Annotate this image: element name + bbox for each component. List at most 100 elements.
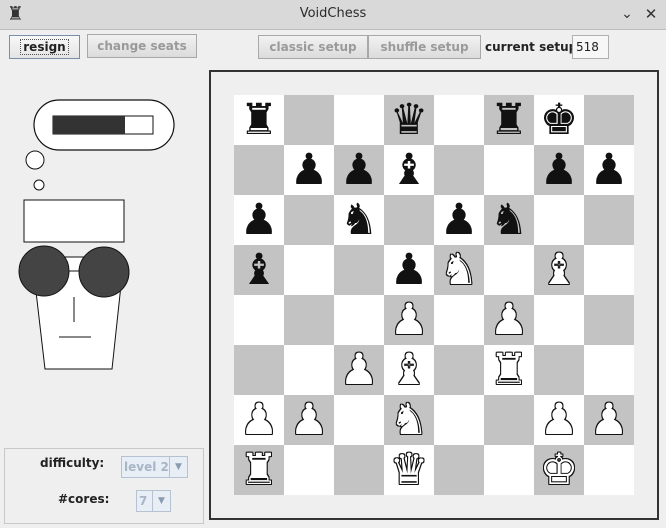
board-square[interactable] (484, 395, 534, 445)
board-square[interactable] (234, 345, 284, 395)
board-square[interactable] (434, 145, 484, 195)
white-pawn-icon[interactable]: ♟ (334, 345, 384, 395)
black-pawn-icon[interactable]: ♟ (284, 145, 334, 195)
board-square[interactable] (234, 145, 284, 195)
board-square[interactable] (584, 295, 634, 345)
board-square[interactable] (584, 195, 634, 245)
change-seats-button[interactable]: change seats (87, 34, 197, 58)
board-square[interactable]: ♝ (234, 245, 284, 295)
board-square[interactable]: ♜ (234, 445, 284, 495)
board-square[interactable] (534, 345, 584, 395)
board-square[interactable] (284, 245, 334, 295)
black-rook-icon[interactable]: ♜ (234, 95, 284, 145)
board-square[interactable] (434, 345, 484, 395)
chevron-down-icon[interactable]: ▼ (169, 457, 187, 477)
board-square[interactable] (334, 95, 384, 145)
board-square[interactable] (234, 295, 284, 345)
board-square[interactable]: ♟ (234, 395, 284, 445)
board-square[interactable]: ♜ (234, 95, 284, 145)
classic-setup-button[interactable]: classic setup (258, 35, 368, 59)
board-square[interactable] (534, 295, 584, 345)
board-square[interactable]: ♟ (584, 145, 634, 195)
board-square[interactable] (334, 295, 384, 345)
minimize-icon[interactable]: ⌄ (617, 4, 637, 24)
board-square[interactable] (434, 295, 484, 345)
board-square[interactable]: ♟ (234, 195, 284, 245)
current-setup-field[interactable]: 518 (572, 35, 609, 59)
board-square[interactable] (584, 95, 634, 145)
board-square[interactable] (484, 145, 534, 195)
white-bishop-icon[interactable]: ♝ (384, 345, 434, 395)
white-bishop-icon[interactable]: ♝ (534, 245, 584, 295)
board-square[interactable] (584, 245, 634, 295)
board-square[interactable]: ♟ (534, 395, 584, 445)
board-square[interactable] (284, 345, 334, 395)
black-knight-icon[interactable]: ♞ (334, 195, 384, 245)
board-square[interactable]: ♝ (384, 145, 434, 195)
white-knight-icon[interactable]: ♞ (384, 395, 434, 445)
board-square[interactable]: ♟ (584, 395, 634, 445)
board-square[interactable] (584, 345, 634, 395)
white-king-icon[interactable]: ♚ (534, 445, 584, 495)
black-pawn-icon[interactable]: ♟ (334, 145, 384, 195)
white-pawn-icon[interactable]: ♟ (584, 395, 634, 445)
white-pawn-icon[interactable]: ♟ (534, 395, 584, 445)
board-square[interactable] (484, 245, 534, 295)
chevron-down-icon[interactable]: ▼ (152, 491, 170, 511)
black-rook-icon[interactable]: ♜ (484, 95, 534, 145)
board-square[interactable]: ♞ (384, 395, 434, 445)
board-square[interactable] (284, 295, 334, 345)
black-pawn-icon[interactable]: ♟ (234, 195, 284, 245)
board-square[interactable] (334, 445, 384, 495)
board-square[interactable]: ♛ (384, 95, 434, 145)
close-icon[interactable]: ✕ (641, 4, 661, 24)
board-square[interactable] (284, 95, 334, 145)
difficulty-select[interactable]: level 2 ▼ (121, 456, 188, 478)
black-pawn-icon[interactable]: ♟ (534, 145, 584, 195)
board-square[interactable]: ♛ (384, 445, 434, 495)
board-square[interactable] (484, 445, 534, 495)
board-square[interactable]: ♟ (284, 395, 334, 445)
black-pawn-icon[interactable]: ♟ (384, 245, 434, 295)
board-square[interactable]: ♝ (534, 245, 584, 295)
white-rook-icon[interactable]: ♜ (484, 345, 534, 395)
board-square[interactable] (584, 445, 634, 495)
white-pawn-icon[interactable]: ♟ (284, 395, 334, 445)
board-square[interactable]: ♟ (334, 345, 384, 395)
board-square[interactable] (434, 95, 484, 145)
white-rook-icon[interactable]: ♜ (234, 445, 284, 495)
white-pawn-icon[interactable]: ♟ (484, 295, 534, 345)
board-square[interactable]: ♟ (384, 245, 434, 295)
board-square[interactable]: ♟ (284, 145, 334, 195)
white-knight-icon[interactable]: ♞ (434, 245, 484, 295)
board-square[interactable]: ♟ (484, 295, 534, 345)
board-square[interactable] (434, 445, 484, 495)
board-square[interactable]: ♟ (384, 295, 434, 345)
board-square[interactable] (334, 395, 384, 445)
board-square[interactable]: ♝ (384, 345, 434, 395)
board-square[interactable]: ♜ (484, 95, 534, 145)
white-queen-icon[interactable]: ♛ (384, 445, 434, 495)
board-square[interactable]: ♟ (334, 145, 384, 195)
board-square[interactable] (284, 445, 334, 495)
black-bishop-icon[interactable]: ♝ (234, 245, 284, 295)
board-square[interactable]: ♜ (484, 345, 534, 395)
board-square[interactable] (534, 195, 584, 245)
board-square[interactable]: ♞ (334, 195, 384, 245)
shuffle-setup-button[interactable]: shuffle setup (368, 35, 481, 59)
board-square[interactable] (284, 195, 334, 245)
board-square[interactable]: ♚ (534, 95, 584, 145)
board-square[interactable] (334, 245, 384, 295)
black-pawn-icon[interactable]: ♟ (584, 145, 634, 195)
board-square[interactable]: ♟ (534, 145, 584, 195)
board-square[interactable]: ♞ (434, 245, 484, 295)
resign-button[interactable]: resign (9, 35, 80, 59)
cores-select[interactable]: 7 ▼ (136, 490, 171, 512)
black-bishop-icon[interactable]: ♝ (384, 145, 434, 195)
board-square[interactable]: ♟ (434, 195, 484, 245)
black-pawn-icon[interactable]: ♟ (434, 195, 484, 245)
black-king-icon[interactable]: ♚ (534, 95, 584, 145)
board-square[interactable]: ♚ (534, 445, 584, 495)
black-knight-icon[interactable]: ♞ (484, 195, 534, 245)
board-square[interactable] (434, 395, 484, 445)
